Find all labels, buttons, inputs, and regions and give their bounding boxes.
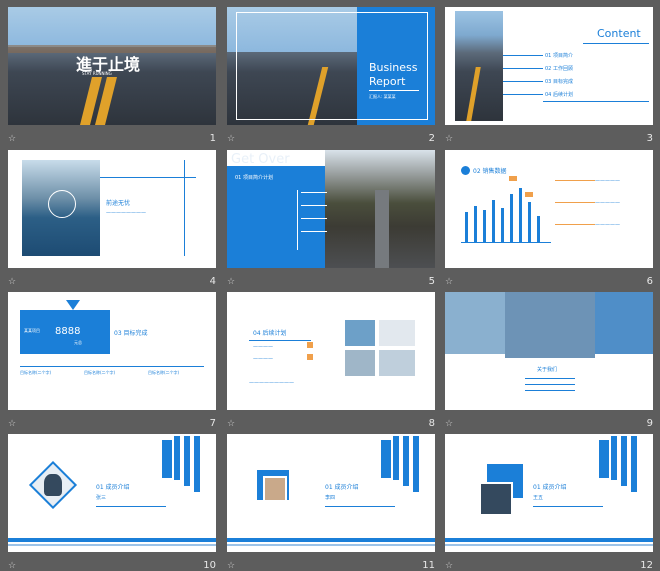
slide-thumb-10[interactable]: 01 成员介绍 张三 ☆ 10	[8, 434, 216, 571]
slide-8-canvas: 04 后续计划 ———— ———— —————————	[227, 292, 435, 410]
slide-2-canvas: Business Report 汇报人: 某某某	[227, 7, 435, 125]
slide-9-title: 关于我们	[537, 367, 558, 373]
content-item-1: 01 项目简介	[545, 53, 573, 59]
slide-10-heading: 01 成员介绍	[96, 484, 130, 491]
slide-6-canvas: 02 销售数据 ————— ————— —————	[445, 150, 653, 268]
star-icon[interactable]: ☆	[445, 419, 453, 429]
slide-3-title: Content	[597, 27, 641, 40]
slide-6-heading: 02 销售数据	[473, 168, 507, 175]
slide-number: 4	[209, 276, 216, 287]
avatar	[44, 474, 62, 496]
slide-1-subtitle: STAY RUNNING	[82, 71, 112, 76]
slide-11-canvas: 01 成员介绍 李四	[227, 434, 435, 552]
slide-number: 3	[646, 133, 653, 144]
slide-number: 12	[640, 560, 653, 571]
slide-thumb-2[interactable]: Business Report 汇报人: 某某某 ☆ 2	[227, 7, 435, 144]
slide-number: 11	[422, 560, 435, 571]
star-icon[interactable]: ☆	[8, 277, 16, 287]
slide-2-title-2: Report	[369, 75, 406, 88]
star-icon[interactable]: ☆	[227, 134, 235, 144]
avatar	[479, 482, 513, 516]
slide-thumb-4[interactable]: 前途无忧 ———————— ☆ 4	[8, 150, 216, 287]
star-icon[interactable]: ☆	[8, 134, 16, 144]
star-icon[interactable]: ☆	[227, 419, 235, 429]
slide-number: 9	[646, 418, 653, 429]
slide-7-box-2: 目标名称(二个字)	[84, 370, 116, 375]
slide-thumb-5[interactable]: Get Over 01 项目简介计划 ☆ 5	[227, 150, 435, 287]
slide-7-box-1: 目标名称(二个字)	[20, 370, 52, 375]
slide-7-box-3: 目标名称(二个字)	[148, 370, 180, 375]
slide-12-name: 王五	[533, 495, 544, 501]
star-icon[interactable]: ☆	[445, 277, 453, 287]
slide-thumb-7[interactable]: 某某项目 8888 元总 03 目标完成 目标名称(二个字) 目标名称(二个字)…	[8, 292, 216, 429]
slide-4-label: 前途无忧	[106, 200, 131, 207]
slide-1-canvas: 進于止境 STAY RUNNING	[8, 7, 216, 125]
slide-5-canvas: Get Over 01 项目简介计划	[227, 150, 435, 268]
content-item-2: 02 工作回顾	[545, 66, 573, 72]
slide-thumb-9[interactable]: 关于我们 ☆ 9	[445, 292, 653, 429]
slide-7-unit: 元总	[74, 340, 82, 345]
slide-thumb-11[interactable]: 01 成员介绍 李四 ☆ 11	[227, 434, 435, 571]
slide-thumb-12[interactable]: 01 成员介绍 王五 ☆ 12	[445, 434, 653, 571]
slide-number: 10	[203, 560, 216, 571]
slide-thumb-3[interactable]: Content 01 项目简介 02 工作回顾 03 目标完成 04 后续计划 …	[445, 7, 653, 144]
slide-number: 2	[428, 133, 435, 144]
content-item-4: 04 后续计划	[545, 92, 573, 98]
star-icon[interactable]: ☆	[445, 134, 453, 144]
slide-number: 8	[428, 418, 435, 429]
slide-5-bg-text: Get Over	[231, 152, 290, 167]
content-item-3: 03 目标完成	[545, 79, 573, 85]
slide-number: 7	[209, 418, 216, 429]
slide-3-canvas: Content 01 项目简介 02 工作回顾 03 目标完成 04 后续计划	[445, 7, 653, 125]
slide-5-heading: 01 项目简介计划	[235, 175, 273, 181]
slide-number: 5	[428, 276, 435, 287]
slide-number: 1	[209, 133, 216, 144]
slide-7-heading: 03 目标完成	[114, 330, 148, 337]
slide-7-left-label: 某某项目	[24, 328, 40, 333]
star-icon[interactable]: ☆	[8, 419, 16, 429]
slide-2-byline: 汇报人: 某某某	[369, 94, 396, 99]
slide-thumb-1[interactable]: 進于止境 STAY RUNNING ☆ 1	[8, 7, 216, 144]
slide-12-heading: 01 成员介绍	[533, 484, 567, 491]
star-icon[interactable]: ☆	[227, 277, 235, 287]
slide-11-heading: 01 成员介绍	[325, 484, 359, 491]
slide-4-canvas: 前途无忧 ————————	[8, 150, 216, 268]
avatar	[263, 476, 287, 502]
slide-12-canvas: 01 成员介绍 王五	[445, 434, 653, 552]
slide-number: 6	[646, 276, 653, 287]
slide-2-title-1: Business	[369, 61, 418, 74]
slide-9-canvas: 关于我们	[445, 292, 653, 410]
slide-7-canvas: 某某项目 8888 元总 03 目标完成 目标名称(二个字) 目标名称(二个字)…	[8, 292, 216, 410]
slide-7-big: 8888	[55, 326, 81, 337]
slide-10-canvas: 01 成员介绍 张三	[8, 434, 216, 552]
slide-8-heading: 04 后续计划	[253, 330, 287, 337]
slide-thumb-6[interactable]: 02 销售数据 ————— ————— ————— ☆ 6	[445, 150, 653, 287]
slide-10-name: 张三	[96, 495, 107, 501]
slide-11-name: 李四	[325, 495, 336, 501]
slide-thumb-8[interactable]: 04 后续计划 ———— ———— ————————— ☆ 8	[227, 292, 435, 429]
